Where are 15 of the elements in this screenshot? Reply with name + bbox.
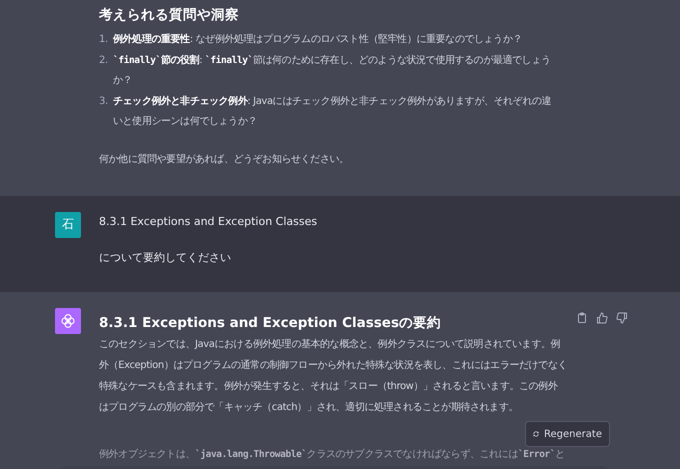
regenerate-button[interactable]: Regenerate <box>525 421 610 447</box>
paragraph: このセクションでは、Javaにおける例外処理の基本的な概念と、例外クラスについて説明されています。例外（Exception）はプログラムの通常の制御フローから外れた特殊な状況を表し、これにはエラーだけでなく特殊なケースも含まれます。例外が発生すると、それは「スロー（throw）」されると言います。この例外はプログラムの別の部分で「キャッチ（catch）」され、適切に処理されることが期待されます。 <box>99 338 567 414</box>
list-item: 例外処理の重要性: なぜ例外処理はプログラムのロバスト性（堅牢性）に重要なのでしょうか？ <box>113 32 522 47</box>
list-number: 3. <box>99 94 109 108</box>
message-text: 8.3.1 Exceptions and Exception Classes <box>99 214 318 230</box>
list-number: 1. <box>99 33 109 47</box>
paragraph: 例外オブジェクトは、`java.lang.Throwable`クラスのサブクラスでなければならず、これには`Error`と <box>99 448 566 462</box>
response-heading: 8.3.1 Exceptions and Exception Classesの要約 <box>99 314 442 332</box>
list-item: チェック例外と非チェック例外: Javaにはチェック例外と非チェック例外がありますが、それぞれの違いと使用シーンは何でしょうか？ <box>113 94 552 129</box>
list-number: 2. <box>99 54 109 68</box>
paragraph: 何か他に質問や要望があれば、どうぞお知らせください。 <box>99 152 350 166</box>
response-heading: 考えられる質問や洞察 <box>99 6 240 24</box>
message-text: について要約してください <box>99 250 232 266</box>
user-avatar: 石 <box>55 212 81 238</box>
list-item: `finally`節の役割: `finally`節は何のために存在し、どのような状況で使用するのが最適でしょうか？ <box>113 54 552 88</box>
